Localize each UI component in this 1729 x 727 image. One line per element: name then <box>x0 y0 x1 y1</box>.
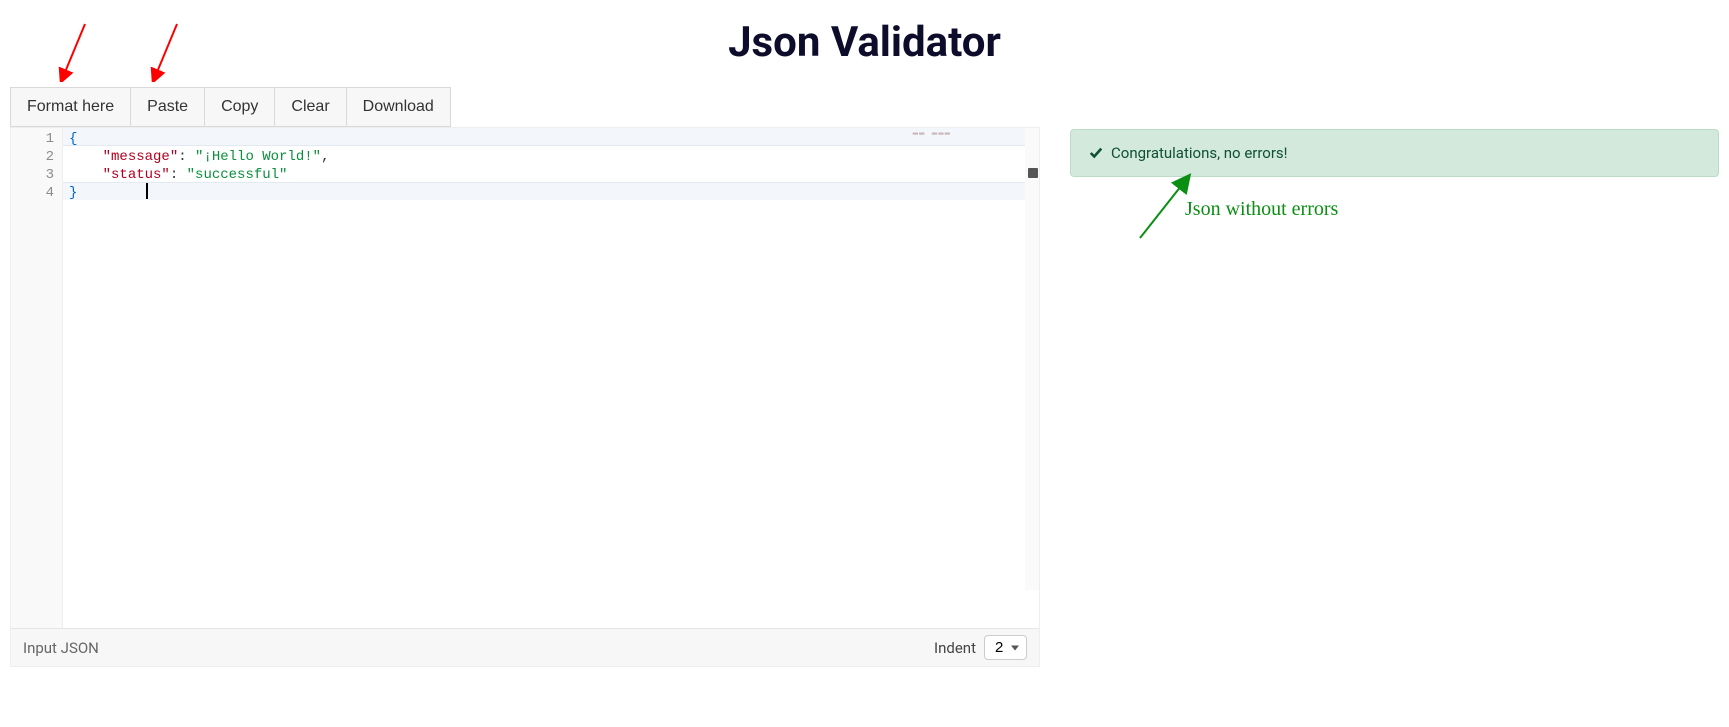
clear-button[interactable]: Clear <box>274 87 345 127</box>
format-button[interactable]: Format here <box>10 87 130 127</box>
json-editor[interactable]: 1234 { "message": "¡Hello World!", "stat… <box>10 127 1040 667</box>
check-icon <box>1089 146 1103 160</box>
success-alert: Congratulations, no errors! <box>1070 129 1719 177</box>
copy-button[interactable]: Copy <box>204 87 274 127</box>
toolbar: Format here Paste Copy Clear Download <box>10 87 451 127</box>
result-panel: Congratulations, no errors! <box>1070 127 1719 177</box>
line-number-gutter: 1234 <box>11 128 63 628</box>
indent-select[interactable]: 2 <box>984 635 1027 660</box>
paste-button[interactable]: Paste <box>130 87 204 127</box>
success-message: Congratulations, no errors! <box>1111 144 1288 162</box>
editor-footer-label: Input JSON <box>23 639 99 657</box>
code-content[interactable]: { "message": "¡Hello World!", "status": … <box>63 128 1039 628</box>
page-title: Json Validator <box>0 0 1729 87</box>
text-cursor <box>146 183 148 199</box>
download-button[interactable]: Download <box>346 87 451 127</box>
indent-label: Indent <box>934 639 976 657</box>
editor-footer: Input JSON Indent 2 <box>11 628 1039 666</box>
